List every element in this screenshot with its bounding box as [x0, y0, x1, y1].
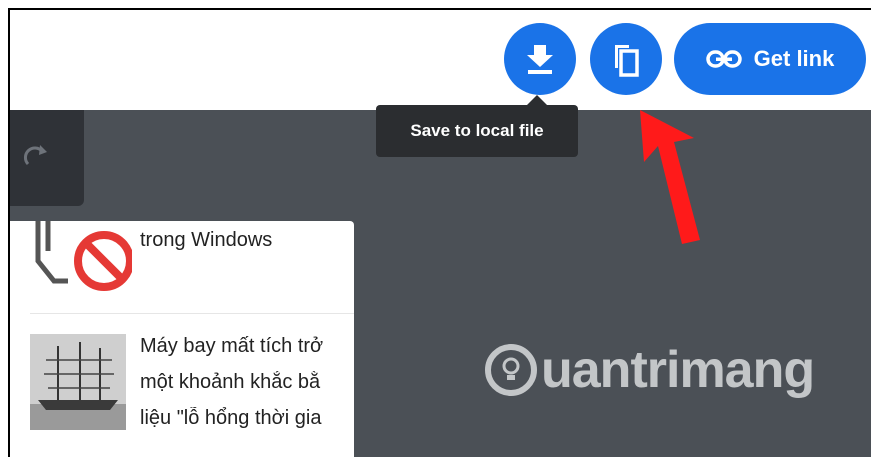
screenshot-frame: Get link Save to local file trong Window… [8, 8, 871, 457]
side-toolbar [10, 110, 84, 206]
link-icon [705, 50, 742, 68]
tooltip-text: Save to local file [410, 121, 544, 140]
red-arrow-annotation [640, 110, 700, 244]
article-list-card: trong Windows Máy bay mất tích trở một k… [10, 221, 354, 457]
watermark-text: uantrimang [541, 341, 815, 399]
copy-icon [615, 45, 639, 77]
tooltip: Save to local file [376, 95, 578, 157]
get-link-label: Get link [753, 46, 835, 71]
blocked-icon [35, 221, 132, 291]
lightbulb-icon [485, 344, 537, 396]
list-item-text[interactable]: một khoảnh khắc bằ [140, 371, 354, 394]
list-item-text[interactable]: Máy bay mất tích trở [140, 335, 354, 358]
download-icon [527, 45, 553, 74]
ship-image[interactable] [30, 334, 126, 430]
divider [30, 313, 354, 314]
list-item-text[interactable]: trong Windows [140, 229, 272, 252]
copy-button[interactable] [590, 23, 662, 95]
top-toolbar: Get link [10, 10, 871, 110]
watermark: uantrimang [485, 340, 815, 400]
redo-icon[interactable] [22, 142, 50, 170]
list-item-text[interactable]: liệu "lỗ hổng thời gia [140, 407, 354, 430]
save-local-button[interactable] [504, 23, 576, 95]
get-link-button[interactable]: Get link [674, 23, 866, 95]
